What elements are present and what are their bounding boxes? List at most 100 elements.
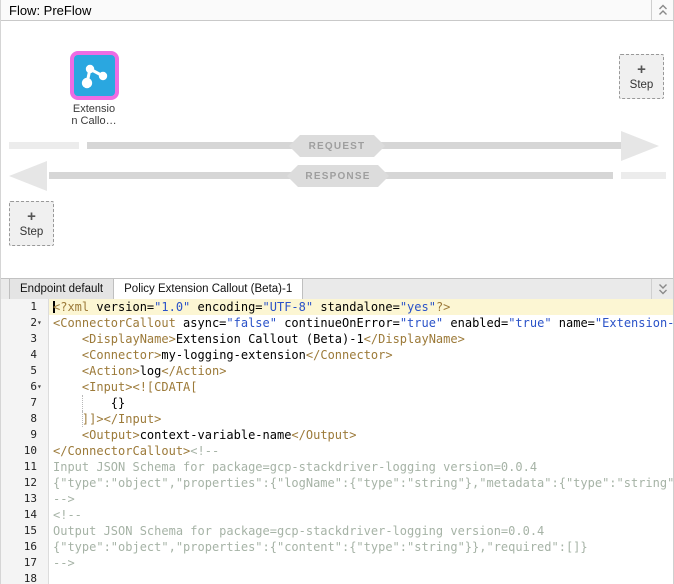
code-line-content[interactable]: Output JSON Schema for package=gcp-stack… bbox=[49, 523, 673, 539]
flow-canvas: Extensio n Callo… + Step REQUEST RESPONS… bbox=[1, 21, 673, 278]
code-line-13[interactable]: 13 --> bbox=[1, 491, 673, 507]
code-editor[interactable]: 1 <?xml version="1.0" encoding="UTF-8" st… bbox=[1, 299, 673, 584]
line-number: 3 bbox=[30, 331, 37, 347]
plus-icon: + bbox=[27, 210, 36, 223]
line-number-gutter: 4 bbox=[1, 347, 49, 363]
tab-endpoint-default[interactable]: Endpoint default bbox=[9, 279, 114, 299]
code-line-5[interactable]: 5 <Action>log</Action> bbox=[1, 363, 673, 379]
line-number: 10 bbox=[24, 443, 37, 459]
line-number: 13 bbox=[24, 491, 37, 507]
line-number-gutter: 8 bbox=[1, 411, 49, 427]
line-number: 7 bbox=[30, 395, 37, 411]
line-number-gutter: 11 bbox=[1, 459, 49, 475]
code-line-content[interactable]: --> bbox=[49, 491, 673, 507]
line-number-gutter: 14 bbox=[1, 507, 49, 523]
code-line-content[interactable]: Input JSON Schema for package=gcp-stackd… bbox=[49, 459, 673, 475]
line-number: 1 bbox=[30, 299, 37, 315]
line-number-gutter: 5 bbox=[1, 363, 49, 379]
response-line-stub bbox=[621, 172, 666, 179]
code-line-10[interactable]: 10 </ConnectorCallout><!-- bbox=[1, 443, 673, 459]
code-line-7[interactable]: 7 {} bbox=[1, 395, 673, 411]
line-number-gutter: 12 bbox=[1, 475, 49, 491]
request-line-stub bbox=[9, 142, 79, 149]
line-number: 15 bbox=[24, 523, 37, 539]
add-step-button-response[interactable]: + Step bbox=[9, 201, 54, 246]
flow-editor-window: Flow: PreFlow bbox=[0, 0, 674, 584]
response-arrow-icon bbox=[9, 161, 47, 191]
code-line-14[interactable]: 14 <!-- bbox=[1, 507, 673, 523]
code-line-18[interactable]: 18 bbox=[1, 571, 673, 584]
flow-title: Flow: PreFlow bbox=[9, 3, 91, 18]
code-line-content[interactable]: <DisplayName>Extension Callout (Beta)-1<… bbox=[49, 331, 673, 347]
line-number: 2 bbox=[30, 315, 37, 331]
request-arrow-icon bbox=[621, 131, 659, 161]
flow-header: Flow: PreFlow bbox=[1, 0, 673, 21]
line-number-gutter: 7 bbox=[1, 395, 49, 411]
code-line-3[interactable]: 3 <DisplayName>Extension Callout (Beta)-… bbox=[1, 331, 673, 347]
code-line-17[interactable]: 17 --> bbox=[1, 555, 673, 571]
add-step-label: Step bbox=[20, 226, 44, 238]
line-number-gutter: 1 bbox=[1, 299, 49, 315]
code-line-content[interactable]: <?xml version="1.0" encoding="UTF-8" sta… bbox=[49, 299, 673, 315]
line-number-gutter: 15 bbox=[1, 523, 49, 539]
line-number: 17 bbox=[24, 555, 37, 571]
share-nodes-icon bbox=[80, 62, 108, 90]
chevrons-down-icon bbox=[658, 283, 668, 295]
code-line-content[interactable]: <Output>context-variable-name</Output> bbox=[49, 427, 673, 443]
editor-tab-bar: Endpoint default Policy Extension Callou… bbox=[1, 278, 673, 299]
code-line-8[interactable]: 8 ]]></Input> bbox=[1, 411, 673, 427]
line-number: 5 bbox=[30, 363, 37, 379]
code-line-16[interactable]: 16 {"type":"object","properties":{"conten… bbox=[1, 539, 673, 555]
collapse-editor-panel-button[interactable] bbox=[651, 279, 673, 299]
code-line-content[interactable]: <ConnectorCallout async="false" continue… bbox=[49, 315, 673, 331]
plus-icon: + bbox=[637, 63, 646, 76]
code-line-content[interactable]: ]]></Input> bbox=[49, 411, 673, 427]
code-line-6[interactable]: 6▾ <Input><![CDATA[ bbox=[1, 379, 673, 395]
code-line-12[interactable]: 12 {"type":"object","properties":{"logNam… bbox=[1, 475, 673, 491]
code-line-content[interactable]: </ConnectorCallout><!-- bbox=[49, 443, 673, 459]
add-step-label: Step bbox=[630, 79, 654, 91]
line-number-gutter: 2▾ bbox=[1, 315, 49, 331]
line-number-gutter: 17 bbox=[1, 555, 49, 571]
line-number: 4 bbox=[30, 347, 37, 363]
line-number-gutter: 9 bbox=[1, 427, 49, 443]
line-number-gutter: 18 bbox=[1, 571, 49, 584]
code-line-content[interactable]: <Action>log</Action> bbox=[49, 363, 673, 379]
extension-callout-icon bbox=[70, 51, 119, 100]
code-line-content[interactable]: {"type":"object","properties":{"content"… bbox=[49, 539, 673, 555]
line-number: 18 bbox=[24, 571, 37, 584]
response-badge: RESPONSE bbox=[287, 165, 389, 187]
code-line-content[interactable]: --> bbox=[49, 555, 673, 571]
line-number: 6 bbox=[30, 379, 37, 395]
policy-step-label: Extensio n Callo… bbox=[71, 104, 116, 127]
policy-step-extension-callout[interactable]: Extensio n Callo… bbox=[46, 51, 142, 127]
line-number: 8 bbox=[30, 411, 37, 427]
line-number-gutter: 10 bbox=[1, 443, 49, 459]
line-number-gutter: 6▾ bbox=[1, 379, 49, 395]
code-line-content[interactable]: <!-- bbox=[49, 507, 673, 523]
line-number: 14 bbox=[24, 507, 37, 523]
code-line-content[interactable]: {"type":"object","properties":{"logName"… bbox=[49, 475, 673, 491]
chevrons-up-icon bbox=[658, 4, 668, 16]
fold-arrow-icon[interactable]: ▾ bbox=[37, 315, 48, 331]
code-line-2[interactable]: 2▾<ConnectorCallout async="false" contin… bbox=[1, 315, 673, 331]
tab-policy-extension-callout[interactable]: Policy Extension Callout (Beta)-1 bbox=[114, 279, 303, 299]
code-line-content[interactable] bbox=[49, 571, 673, 584]
collapse-flow-panel-button[interactable] bbox=[651, 0, 673, 20]
code-line-content[interactable]: <Input><![CDATA[ bbox=[49, 379, 673, 395]
code-line-15[interactable]: 15 Output JSON Schema for package=gcp-sta… bbox=[1, 523, 673, 539]
line-number: 9 bbox=[30, 427, 37, 443]
code-line-11[interactable]: 11Input JSON Schema for package=gcp-stac… bbox=[1, 459, 673, 475]
line-number-gutter: 3 bbox=[1, 331, 49, 347]
code-line-9[interactable]: 9 <Output>context-variable-name</Output> bbox=[1, 427, 673, 443]
line-number: 16 bbox=[24, 539, 37, 555]
code-line-1[interactable]: 1 <?xml version="1.0" encoding="UTF-8" st… bbox=[1, 299, 673, 315]
fold-arrow-icon[interactable]: ▾ bbox=[37, 379, 48, 395]
line-number: 12 bbox=[24, 475, 37, 491]
code-line-content[interactable]: <Connector>my-logging-extension</Connect… bbox=[49, 347, 673, 363]
line-number-gutter: 13 bbox=[1, 491, 49, 507]
code-line-content[interactable]: {} bbox=[49, 395, 673, 411]
request-badge: REQUEST bbox=[289, 135, 385, 157]
code-line-4[interactable]: 4 <Connector>my-logging-extension</Conne… bbox=[1, 347, 673, 363]
add-step-button-request[interactable]: + Step bbox=[619, 54, 664, 99]
